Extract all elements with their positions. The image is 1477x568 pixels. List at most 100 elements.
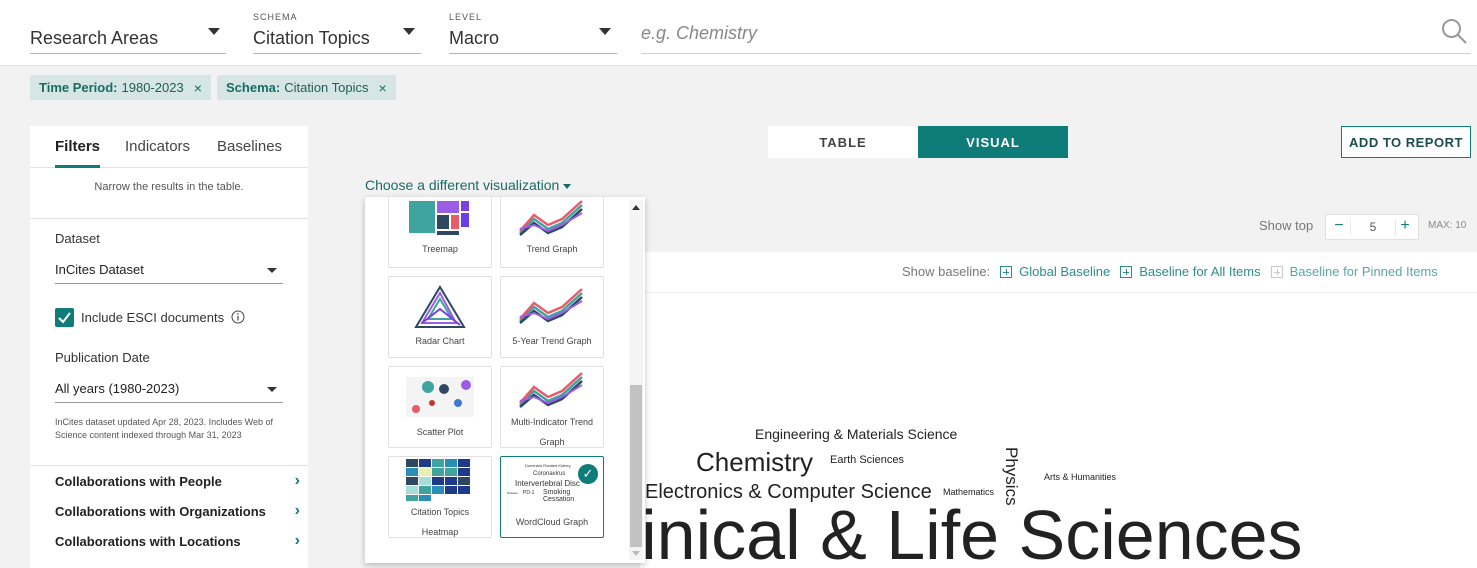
viz-option-5-year-trend-graph[interactable]: 5-Year Trend Graph bbox=[500, 276, 604, 358]
thumb-word: Intervertebral Disc bbox=[515, 479, 580, 488]
choose-visualization-link[interactable]: Choose a different visualization bbox=[365, 177, 572, 193]
schema-chip: Schema: Citation Topics × bbox=[217, 75, 396, 100]
schema-caption: SCHEMA bbox=[253, 12, 298, 22]
viz-option-label: WordCloud Graph bbox=[515, 517, 589, 527]
research-areas-value: Research Areas bbox=[30, 28, 159, 48]
panel-tabs: Filters Indicators Baselines bbox=[30, 126, 308, 168]
wordcloud-word[interactable]: Arts & Humanities bbox=[1044, 472, 1116, 482]
panel-hint: Narrow the results in the table. bbox=[94, 181, 244, 193]
caret-down-icon bbox=[563, 183, 572, 189]
show-top-label: Show top bbox=[1259, 218, 1314, 233]
caret-down-icon bbox=[403, 28, 415, 35]
heatmap-icon bbox=[406, 459, 470, 501]
dataset-note: InCites dataset updated Apr 28, 2023. In… bbox=[55, 417, 273, 440]
section-label: Collaborations with People bbox=[55, 474, 222, 489]
pinned-items-baseline-toggle[interactable]: Baseline for Pinned Items bbox=[1270, 264, 1438, 279]
caret-down-icon bbox=[267, 268, 277, 273]
radar-chart-icon bbox=[414, 285, 466, 328]
wordcloud-word[interactable]: Clinical & Life Sciences bbox=[575, 495, 1303, 568]
viz-option-trend-graph[interactable]: Trend Graph bbox=[500, 197, 604, 268]
show-top-stepper: − 5 + bbox=[1325, 214, 1419, 240]
chevron-right-icon: › bbox=[294, 532, 300, 549]
checkmark-icon bbox=[58, 312, 71, 324]
level-dropdown[interactable]: LEVEL Macro bbox=[449, 8, 617, 54]
chevron-right-icon: › bbox=[294, 472, 300, 489]
close-icon[interactable]: × bbox=[379, 80, 387, 96]
multi-indicator-trend-icon bbox=[519, 372, 583, 408]
chip-value: 1980-2023 bbox=[121, 80, 184, 95]
baseline-label: Show baseline: bbox=[902, 264, 991, 279]
wordcloud-word[interactable]: Engineering & Materials Science bbox=[755, 426, 957, 442]
table-toggle[interactable]: TABLE bbox=[768, 126, 918, 158]
top-bar: Research Areas SCHEMA Citation Topics LE… bbox=[0, 0, 1477, 66]
level-value: Macro bbox=[449, 28, 500, 48]
trend-graph-icon bbox=[519, 200, 583, 236]
pubdate-value: All years (1980-2023) bbox=[55, 381, 180, 396]
show-top-value[interactable]: 5 bbox=[1350, 220, 1396, 236]
thumb-word: Coronavirus bbox=[533, 471, 566, 477]
active-tab-indicator bbox=[55, 165, 100, 168]
add-to-report-button[interactable]: ADD TO REPORT bbox=[1341, 126, 1471, 158]
scrollbar-thumb[interactable] bbox=[630, 385, 642, 547]
divider bbox=[30, 465, 308, 466]
section-collab-organizations[interactable]: Collaborations with Organizations › bbox=[55, 502, 300, 519]
global-baseline-toggle[interactable]: Global Baseline bbox=[1000, 264, 1110, 279]
wordcloud-word[interactable]: Earth Sciences bbox=[830, 454, 904, 466]
tab-filters[interactable]: Filters bbox=[55, 138, 100, 155]
thumb-word: Smoking Cessation bbox=[543, 489, 575, 503]
search-icon[interactable] bbox=[1441, 18, 1467, 44]
viz-option-citation-topics-heatmap[interactable]: Citation Topics Heatmap bbox=[388, 456, 492, 538]
search-input[interactable] bbox=[641, 20, 1421, 46]
viz-option-label: Radar Chart bbox=[415, 336, 465, 346]
info-icon[interactable] bbox=[231, 310, 245, 324]
close-icon[interactable]: × bbox=[194, 80, 202, 96]
section-label: Collaborations with Organizations bbox=[55, 504, 266, 519]
wordcloud-word[interactable]: Chemistry bbox=[696, 447, 813, 478]
chip-value: Citation Topics bbox=[284, 80, 369, 95]
scatter-plot-icon bbox=[406, 377, 474, 417]
plus-icon bbox=[1000, 265, 1013, 278]
divider bbox=[30, 218, 308, 219]
viz-option-treemap[interactable]: Treemap bbox=[388, 197, 492, 268]
thumb-word: Disease bbox=[507, 491, 518, 495]
visualization-chooser: Treemap Trend Graph Radar Chart 5-Year T… bbox=[365, 197, 645, 563]
decrement-button[interactable]: − bbox=[1328, 217, 1350, 235]
level-caption: LEVEL bbox=[449, 12, 483, 22]
section-label: Collaborations with Locations bbox=[55, 534, 241, 549]
viz-option-label: Trend Graph bbox=[526, 244, 578, 254]
all-items-baseline-toggle[interactable]: Baseline for All Items bbox=[1120, 264, 1261, 279]
caret-down-icon bbox=[599, 28, 611, 35]
five-year-trend-icon bbox=[519, 288, 583, 324]
viz-option-label: Multi-Indicator Trend Graph bbox=[510, 417, 594, 447]
baseline-option-label: Baseline for All Items bbox=[1139, 264, 1261, 279]
viz-option-label: Citation Topics Heatmap bbox=[410, 507, 470, 537]
viz-option-scatter-plot[interactable]: Scatter Plot bbox=[388, 366, 492, 448]
baseline-option-label: Baseline for Pinned Items bbox=[1289, 264, 1438, 279]
dataset-select[interactable]: InCites Dataset bbox=[55, 258, 283, 284]
section-collab-locations[interactable]: Collaborations with Locations › bbox=[55, 532, 300, 549]
section-collab-people[interactable]: Collaborations with People › bbox=[55, 472, 300, 489]
tab-indicators[interactable]: Indicators bbox=[125, 138, 190, 155]
visual-toggle[interactable]: VISUAL bbox=[918, 126, 1068, 158]
viz-option-radar-chart[interactable]: Radar Chart bbox=[388, 276, 492, 358]
dataset-label: Dataset bbox=[55, 231, 100, 246]
scroll-down-icon[interactable] bbox=[632, 551, 640, 556]
research-areas-dropdown[interactable]: Research Areas bbox=[30, 8, 226, 54]
scroll-up-icon[interactable] bbox=[632, 205, 640, 210]
viz-option-multi-indicator-trend-graph[interactable]: Multi-Indicator Trend Graph bbox=[500, 366, 604, 448]
plus-icon bbox=[1270, 265, 1283, 278]
pubdate-select[interactable]: All years (1980-2023) bbox=[55, 377, 283, 403]
schema-dropdown[interactable]: SCHEMA Citation Topics bbox=[253, 8, 421, 54]
viz-option-label: 5-Year Trend Graph bbox=[512, 336, 592, 346]
divider bbox=[640, 292, 1477, 293]
viz-option-label: Scatter Plot bbox=[416, 427, 464, 437]
caret-down-icon bbox=[208, 28, 220, 35]
schema-value: Citation Topics bbox=[253, 28, 370, 48]
thumb-word: Dominant Rotated Kidney bbox=[525, 463, 571, 468]
viz-option-label: Treemap bbox=[422, 244, 458, 254]
tab-baselines[interactable]: Baselines bbox=[217, 138, 282, 155]
esci-checkbox[interactable] bbox=[55, 308, 74, 327]
increment-button[interactable]: + bbox=[1394, 217, 1416, 235]
baseline-row: Show baseline: Global Baseline Baseline … bbox=[902, 264, 1438, 279]
chip-key: Time Period: bbox=[39, 80, 118, 95]
